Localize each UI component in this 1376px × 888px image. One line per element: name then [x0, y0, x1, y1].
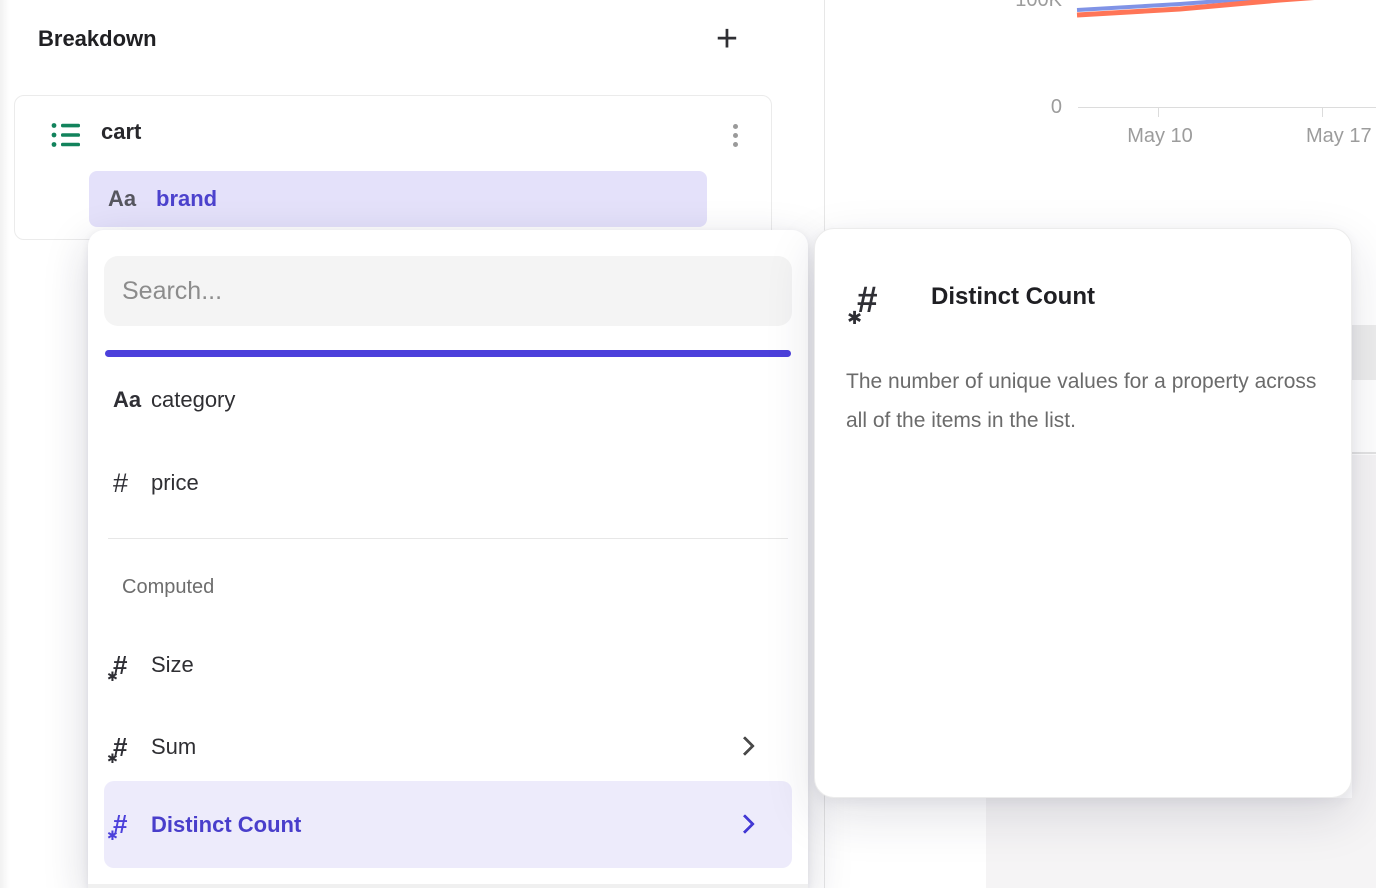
group-options-button[interactable] — [720, 108, 750, 162]
text-type-icon: Aa — [113, 387, 151, 413]
add-breakdown-button[interactable]: + — [706, 18, 748, 60]
breakdown-panel-title: Breakdown — [38, 26, 157, 52]
background-table-row — [1352, 325, 1376, 380]
group-header-row[interactable]: cart — [15, 96, 771, 174]
computed-option-sum[interactable]: #✱ Sum — [104, 719, 792, 775]
y-axis-tick-label: 0 — [990, 96, 1062, 119]
tooltip-description: The number of unique values for a proper… — [846, 362, 1338, 440]
y-axis-tick-label: 100K — [990, 0, 1062, 12]
active-item-indicator — [105, 350, 791, 357]
group-name: cart — [101, 119, 141, 145]
kebab-menu-icon — [733, 133, 738, 138]
tooltip-title: Distinct Count — [931, 283, 1095, 311]
selected-property-label: brand — [156, 186, 217, 212]
chevron-right-icon — [735, 814, 755, 834]
dropdown-divider — [108, 538, 788, 539]
search-input[interactable] — [104, 256, 792, 326]
computed-number-icon: #✱ — [113, 650, 151, 681]
breakdown-group-card: cart Aa brand — [14, 95, 772, 240]
line-chart-fragment — [1064, 0, 1376, 30]
left-edge-shadow — [0, 0, 10, 888]
computed-section-label: Computed — [122, 576, 214, 599]
option-label: Sum — [151, 734, 196, 760]
x-axis-tick — [1322, 107, 1323, 117]
property-option-category[interactable]: Aa category — [104, 372, 792, 428]
computed-option-distinct-count[interactable]: #✱ Distinct Count — [104, 781, 792, 868]
option-label: category — [151, 387, 235, 413]
property-info-tooltip: #✱ Distinct Count The number of unique v… — [814, 228, 1352, 798]
option-label: Distinct Count — [151, 812, 301, 838]
x-axis-line — [1078, 107, 1376, 108]
selected-property-chip[interactable]: Aa brand — [89, 171, 707, 227]
list-icon — [51, 121, 81, 149]
number-type-icon: # — [113, 468, 151, 499]
computed-number-icon: #✱ — [113, 809, 151, 840]
dropdown-next-section-edge — [88, 884, 808, 888]
computed-number-icon: #✱ — [857, 279, 901, 323]
text-type-icon: Aa — [108, 186, 136, 212]
option-label: Size — [151, 652, 194, 678]
computed-number-icon: #✱ — [113, 732, 151, 763]
computed-option-size[interactable]: #✱ Size — [104, 637, 792, 693]
property-dropdown: Aa category # price Computed #✱ Size #✱ … — [88, 230, 808, 888]
x-axis-tick — [1158, 107, 1159, 117]
x-axis-tick-label: May 17 — [1306, 125, 1372, 148]
background-table-area — [986, 798, 1376, 888]
chevron-right-icon — [735, 736, 755, 756]
option-label: price — [151, 470, 199, 496]
x-axis-tick-label: May 10 — [1110, 125, 1210, 148]
app-window: 100K 0 May 10 May 17 Breakdown + cart — [0, 0, 1376, 888]
background-table-divider — [1352, 452, 1376, 454]
property-option-price[interactable]: # price — [104, 455, 792, 511]
